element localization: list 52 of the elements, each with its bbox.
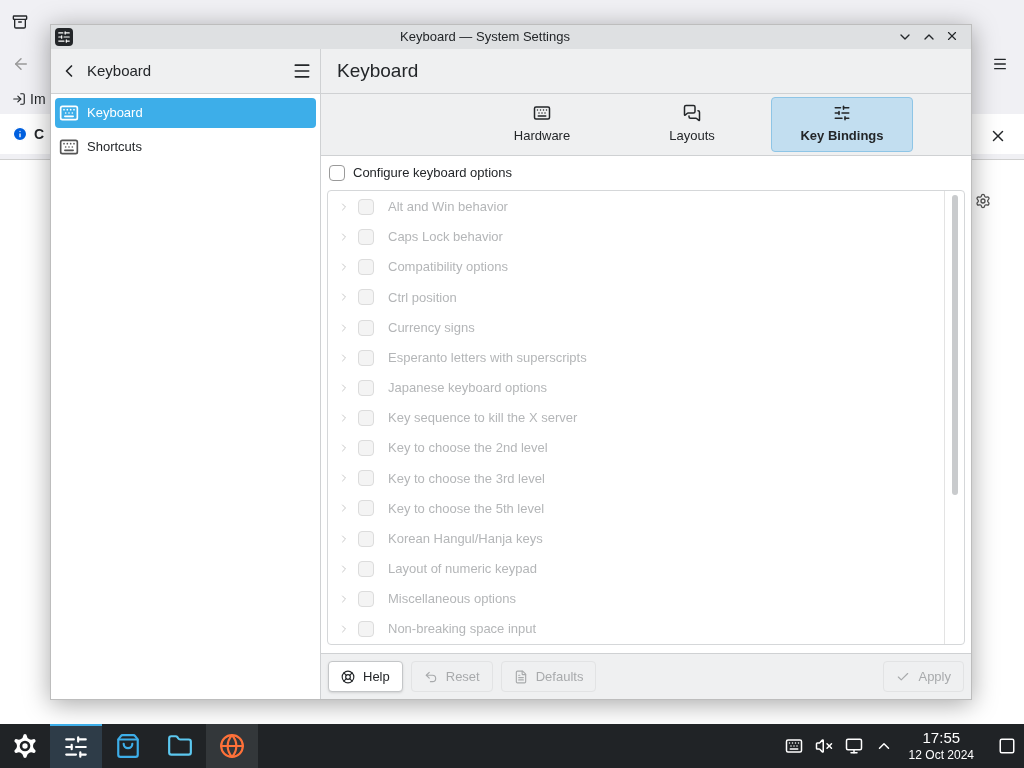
option-label: Compatibility options [388,258,508,277]
sidebar-item[interactable]: Shortcuts [55,132,316,162]
tab[interactable]: Layouts [621,97,763,152]
help-button[interactable]: Help [328,661,403,692]
page-title: Keyboard [337,58,419,83]
notice-text: C [34,125,45,144]
document-icon [513,669,528,684]
app-icon [55,28,73,46]
checkbox-label: Configure keyboard options [353,164,512,183]
keyboard-icon [533,103,551,122]
option-label: Alt and Win behavior [388,198,508,217]
info-icon [12,126,28,142]
clock[interactable]: 17:55 12 Oct 2024 [904,729,978,763]
sidebar-title: Keyboard [87,60,153,81]
muted-speaker-icon[interactable] [814,737,833,755]
option-label: Key to choose the 3rd level [388,469,545,488]
sliders-icon [833,103,851,122]
checkbox[interactable] [329,164,345,181]
option-label: Ctrl position [388,288,457,307]
settings-icon [63,734,89,760]
option-label: Miscellaneous options [388,590,516,609]
option-label: Layout of numeric keypad [388,560,537,578]
browser-icon [219,733,245,759]
keyboard-icon[interactable] [784,737,803,755]
window-title: Keyboard — System Settings [399,28,571,47]
tab[interactable]: Hardware [471,97,613,152]
menu-icon[interactable] [992,56,1008,72]
desktop-icon[interactable] [998,737,1016,755]
option-label: Japanese keyboard options [388,379,547,398]
option-label: Korean Hangul/Hanja keys [388,529,543,548]
close-icon[interactable] [945,29,959,43]
option-label: Currency signs [388,318,475,337]
keyboard-icon [59,137,79,157]
option-label: Key to choose the 5th level [388,499,545,518]
option-label: Key to choose the 2nd level [388,439,548,458]
menu-icon[interactable] [292,61,312,81]
import-label[interactable]: Im [30,89,46,109]
files-icon [167,733,193,759]
undo-icon [423,669,438,684]
task-button[interactable] [50,724,102,768]
option-label: Key sequence to kill the X server [388,409,578,428]
lifebuoy-icon [341,669,355,684]
option-label: Non-breaking space input [388,620,537,639]
chat-icon [683,103,701,122]
option-label: Caps Lock behavior [388,228,503,247]
store-icon [115,733,141,759]
option-label: Esperanto letters with superscripts [388,348,587,367]
tab[interactable]: Key Bindings [771,97,913,152]
tabs-icon[interactable] [12,14,28,30]
import-icon[interactable] [12,92,26,106]
keyboard-icon [59,103,79,123]
settings-icon[interactable] [975,193,991,209]
